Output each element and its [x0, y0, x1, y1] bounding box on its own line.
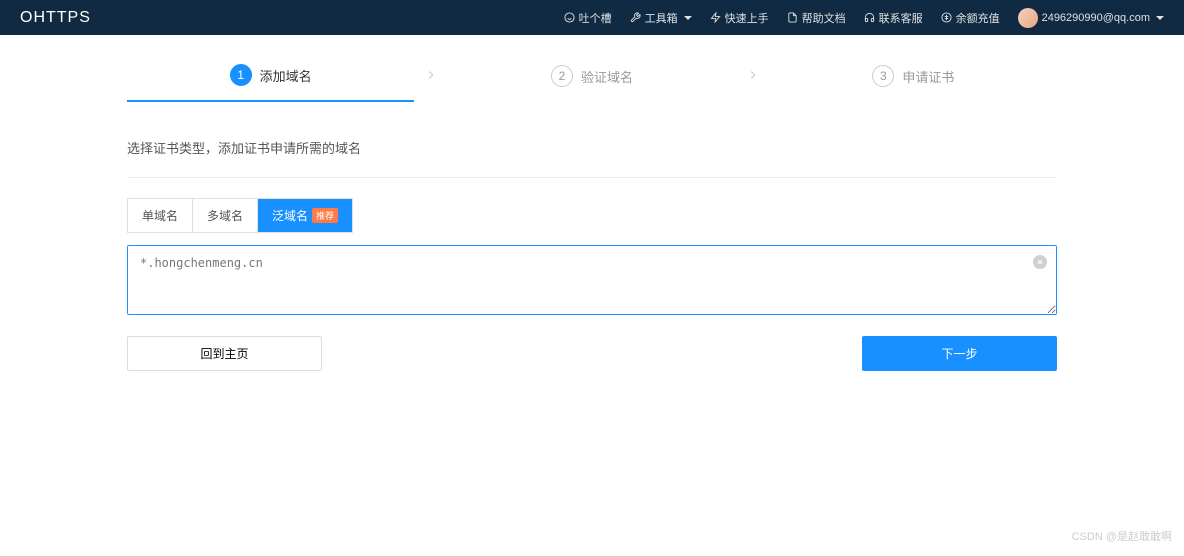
nav-help-label: 帮助文档 [802, 10, 846, 26]
chevron-down-icon [1156, 16, 1164, 20]
tab-multi-domain[interactable]: 多域名 [193, 199, 258, 232]
domain-input[interactable]: *.hongchenmeng.cn [127, 245, 1057, 315]
button-row: 回到主页 下一步 [127, 336, 1057, 371]
step-add-domain[interactable]: 1 添加域名 [127, 50, 414, 102]
step-arrow-icon [414, 66, 448, 87]
domain-type-tabs: 单域名 多域名 泛域名 推荐 [127, 198, 353, 233]
wallet-icon [941, 12, 952, 23]
avatar [1018, 8, 1038, 28]
header-nav: 吐个槽 工具箱 快速上手 帮助文档 联系客服 余额充值 2496290990@q… [564, 8, 1164, 28]
nav-user[interactable]: 2496290990@qq.com [1018, 8, 1164, 28]
nav-balance[interactable]: 余额充值 [941, 10, 1000, 26]
tab-multi-label: 多域名 [207, 207, 243, 224]
nav-toolbox[interactable]: 工具箱 [630, 10, 692, 26]
user-email-label: 2496290990@qq.com [1042, 12, 1150, 24]
nav-contact-label: 联系客服 [879, 10, 923, 26]
nav-feedback[interactable]: 吐个槽 [564, 10, 612, 26]
recommended-badge: 推荐 [312, 208, 338, 223]
back-home-button[interactable]: 回到主页 [127, 336, 322, 371]
step-number-1: 1 [230, 64, 252, 86]
wrench-icon [630, 12, 641, 23]
close-icon [1036, 258, 1044, 266]
headset-icon [864, 12, 875, 23]
bolt-icon [710, 12, 721, 23]
document-icon [787, 12, 798, 23]
main-container: 1 添加域名 2 验证域名 3 申请证书 选择证书类型，添加证书申请所需的域名 … [127, 35, 1057, 386]
description-text: 选择证书类型，添加证书申请所需的域名 [127, 103, 1057, 178]
nav-help[interactable]: 帮助文档 [787, 10, 846, 26]
nav-quickstart[interactable]: 快速上手 [710, 10, 769, 26]
tab-single-label: 单域名 [142, 207, 178, 224]
step-label-2: 验证域名 [581, 67, 633, 86]
step-number-2: 2 [551, 65, 573, 87]
step-apply-cert[interactable]: 3 申请证书 [770, 51, 1057, 101]
logo[interactable]: OHTTPS [20, 9, 91, 27]
step-arrow-icon [736, 66, 770, 87]
steps: 1 添加域名 2 验证域名 3 申请证书 [127, 50, 1057, 103]
nav-feedback-label: 吐个槽 [579, 10, 612, 26]
nav-toolbox-label: 工具箱 [645, 10, 678, 26]
chevron-down-icon [684, 16, 692, 20]
step-label-1: 添加域名 [260, 66, 312, 85]
nav-quickstart-label: 快速上手 [725, 10, 769, 26]
clear-input-button[interactable] [1033, 255, 1047, 269]
step-verify-domain[interactable]: 2 验证域名 [448, 51, 735, 101]
nav-contact[interactable]: 联系客服 [864, 10, 923, 26]
tab-wildcard-label: 泛域名 [272, 207, 308, 224]
tab-wildcard-domain[interactable]: 泛域名 推荐 [258, 199, 352, 232]
nav-balance-label: 余额充值 [956, 10, 1000, 26]
step-label-3: 申请证书 [902, 67, 954, 86]
next-step-button[interactable]: 下一步 [862, 336, 1057, 371]
smile-icon [564, 12, 575, 23]
header: OHTTPS 吐个槽 工具箱 快速上手 帮助文档 联系客服 余额充值 [0, 0, 1184, 35]
domain-input-area: *.hongchenmeng.cn [127, 245, 1057, 318]
step-number-3: 3 [872, 65, 894, 87]
watermark: CSDN @是赵敢敢啊 [1072, 528, 1172, 544]
tab-single-domain[interactable]: 单域名 [128, 199, 193, 232]
